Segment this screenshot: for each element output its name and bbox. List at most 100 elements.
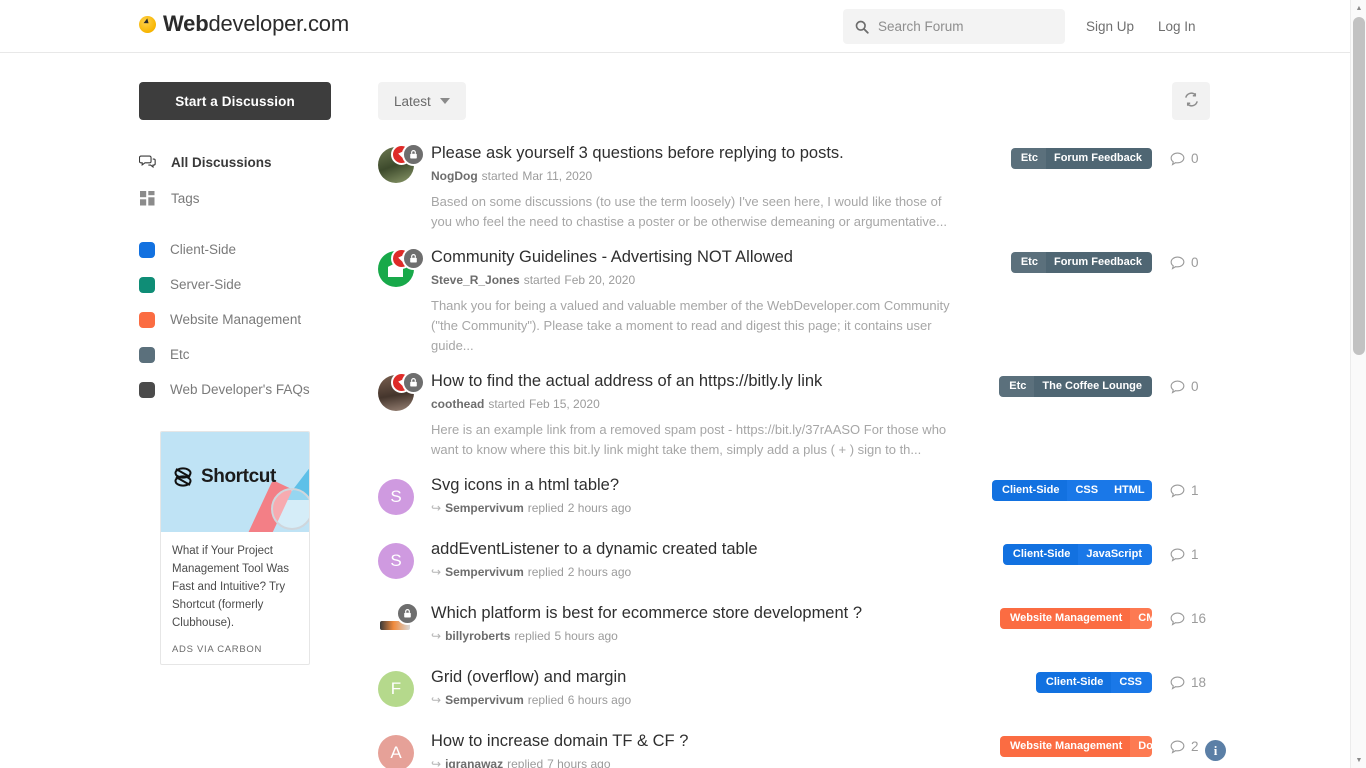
author-name[interactable]: coothead — [431, 397, 484, 411]
sidebar-tag-faqs[interactable]: Web Developer's FAQs — [139, 372, 331, 407]
comment-bubble-icon — [1170, 152, 1185, 166]
site-logo[interactable]: Webdeveloper.com — [139, 11, 349, 37]
tag-chip[interactable]: Client-Side — [1002, 544, 1079, 565]
tag-chip[interactable]: Etc — [1010, 252, 1046, 273]
author-name[interactable]: Sempervivum — [445, 501, 524, 515]
log-in-link[interactable]: Log In — [1158, 19, 1196, 34]
meta-verb: replied — [527, 501, 564, 515]
search-input[interactable] — [878, 19, 1053, 34]
tag-chip[interactable]: Website Management — [1000, 736, 1131, 757]
discussion-row[interactable]: Which platform is best for ecommerce sto… — [378, 600, 1210, 644]
discussion-right: Client-Side CSS 18 — [1035, 672, 1210, 693]
tag-label: Server-Side — [170, 277, 242, 292]
tag-chip[interactable]: Forum Feedback — [1045, 148, 1152, 169]
tag-chip[interactable]: CSS — [1067, 480, 1107, 501]
meta-verb: started — [523, 273, 561, 287]
search-box[interactable] — [843, 9, 1065, 44]
sidebar-tag-server-side[interactable]: Server-Side — [139, 267, 331, 302]
meta-verb: replied — [527, 565, 564, 579]
sidebar-tag-website-management[interactable]: Website Management — [139, 302, 331, 337]
tag-chip[interactable]: HTML — [1106, 480, 1152, 501]
tag-color-swatch — [139, 241, 155, 258]
discussion-meta: ↪ Sempervivum replied 6 hours ago — [431, 693, 1210, 707]
tag-chip[interactable]: Etc — [1010, 148, 1046, 169]
sidebar-tag-list: Client-Side Server-Side Website Manageme… — [139, 232, 331, 407]
discussion-right: Website Management Domai 2 — [1000, 736, 1210, 757]
avatar-initial: A — [378, 735, 414, 768]
refresh-button[interactable] — [1172, 82, 1210, 120]
author-name[interactable]: Sempervivum — [445, 693, 524, 707]
reply-count-value: 18 — [1191, 675, 1207, 690]
sidebar-tag-etc[interactable]: Etc — [139, 337, 331, 372]
tag-color-swatch — [139, 276, 155, 293]
tag-chips[interactable]: Etc The Coffee Lounge — [999, 376, 1152, 397]
page-scrollbar[interactable]: ▲ ▼ — [1350, 0, 1366, 768]
reply-count-value: 1 — [1191, 483, 1199, 498]
discussion-meta: NogDog started Mar 11, 2020 — [431, 169, 1210, 183]
tag-chip[interactable]: The Coffee Lounge — [1034, 376, 1152, 397]
author-name[interactable]: iqranawaz — [445, 757, 503, 768]
sidebar-item-tags[interactable]: Tags — [139, 180, 331, 216]
avatar — [378, 247, 425, 287]
tag-label: Etc — [170, 347, 190, 362]
tag-chips[interactable]: Client-Side CSS — [1035, 672, 1152, 693]
tag-chips[interactable]: Website Management Domai — [1000, 736, 1152, 757]
sidebar-nav: All Discussions Tags — [139, 144, 331, 216]
discussion-excerpt: Here is an example link from a removed s… — [431, 422, 947, 457]
tag-chip[interactable]: Client-Side — [1035, 672, 1112, 693]
discussion-row[interactable]: S Svg icons in a html table? ↪ Semperviv… — [378, 472, 1210, 516]
discussion-row[interactable]: S addEventListener to a dynamic created … — [378, 536, 1210, 580]
discussion-row[interactable]: F Grid (overflow) and margin ↪ Semperviv… — [378, 664, 1210, 708]
sort-dropdown[interactable]: Latest — [378, 82, 466, 120]
tag-chip[interactable]: Website Management — [1000, 608, 1131, 629]
tag-chips[interactable]: Etc Forum Feedback — [1010, 148, 1152, 169]
tag-chip[interactable]: CSS — [1111, 672, 1152, 693]
discussion-right: Etc Forum Feedback 0 — [1010, 252, 1210, 273]
info-button[interactable]: i — [1205, 740, 1226, 761]
tag-chip[interactable]: Client-Side — [992, 480, 1068, 501]
tag-chips[interactable]: Etc Forum Feedback — [1010, 252, 1152, 273]
reply-arrow-icon: ↪ — [431, 693, 442, 707]
shortcut-infinity-icon — [170, 464, 196, 490]
tag-chip[interactable]: Etc — [999, 376, 1035, 397]
tag-chip[interactable]: Domai — [1130, 736, 1152, 757]
cursor-globe-icon — [139, 15, 156, 33]
sidebar-item-all-discussions[interactable]: All Discussions — [139, 144, 331, 180]
discussion-row[interactable]: Please ask yourself 3 questions before r… — [378, 140, 1210, 232]
discussion-row[interactable]: How to find the actual address of an htt… — [378, 368, 1210, 460]
scroll-down-arrow-icon[interactable]: ▼ — [1351, 752, 1366, 768]
discussion-row[interactable]: A How to increase domain TF & CF ? ↪ iqr… — [378, 728, 1210, 768]
discussion-row[interactable]: Community Guidelines - Advertising NOT A… — [378, 244, 1210, 356]
lock-icon — [402, 247, 425, 270]
author-name[interactable]: Sempervivum — [445, 565, 524, 579]
tag-chips[interactable]: Website Management CMS — [1000, 608, 1152, 629]
sidebar-ad[interactable]: Shortcut What if Your Project Management… — [160, 431, 310, 665]
discussion-list: Please ask yourself 3 questions before r… — [378, 140, 1210, 768]
tag-color-swatch — [139, 311, 155, 328]
discussion-meta: ↪ iqranawaz replied 7 hours ago — [431, 757, 1210, 768]
tag-chips[interactable]: Client-Side CSS HTML — [992, 480, 1152, 501]
sort-dropdown-label: Latest — [394, 93, 431, 109]
comment-bubble-icon — [1170, 484, 1185, 498]
tag-chip[interactable]: CMS — [1130, 608, 1152, 629]
author-name[interactable]: billyroberts — [445, 629, 510, 643]
reply-count: 2 — [1170, 739, 1210, 754]
tag-color-swatch — [139, 381, 155, 398]
comment-bubble-icon — [1170, 380, 1185, 394]
scrollbar-thumb[interactable] — [1353, 17, 1365, 355]
start-discussion-button[interactable]: Start a Discussion — [139, 82, 331, 120]
meta-time: 6 hours ago — [567, 693, 632, 707]
avatar: A — [378, 735, 414, 768]
comment-bubble-icon — [1170, 548, 1185, 562]
author-name[interactable]: Steve_R_Jones — [431, 273, 520, 287]
sidebar-tag-client-side[interactable]: Client-Side — [139, 232, 331, 267]
discussion-excerpt: Thank you for being a valued and valuabl… — [431, 298, 950, 353]
comment-bubble-icon — [1170, 256, 1185, 270]
scroll-up-arrow-icon[interactable]: ▲ — [1351, 0, 1366, 16]
meta-verb: replied — [507, 757, 544, 768]
author-name[interactable]: NogDog — [431, 169, 478, 183]
tag-chip[interactable]: JavaScript — [1078, 544, 1152, 565]
tag-chip[interactable]: Forum Feedback — [1045, 252, 1152, 273]
tag-chips[interactable]: Client-Side JavaScript — [1002, 544, 1152, 565]
sign-up-link[interactable]: Sign Up — [1086, 19, 1134, 34]
